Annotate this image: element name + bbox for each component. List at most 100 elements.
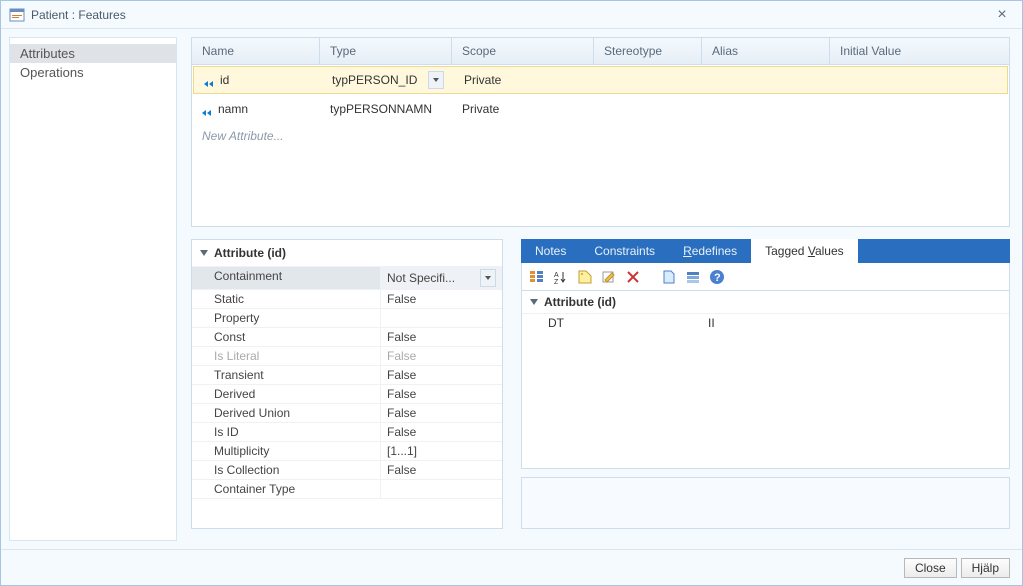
prop-val[interactable]: False [380,290,502,308]
prop-val[interactable]: [1...1] [380,442,502,460]
property-grid: Attribute (id) Containment Not Specifi..… [191,239,503,529]
attribute-icon [202,105,214,113]
cell-stereotype[interactable] [596,76,704,84]
close-icon[interactable]: × [990,6,1014,24]
prop-row-multiplicity[interactable]: Multiplicity[1...1] [192,441,502,460]
col-name[interactable]: Name [192,38,320,64]
tag-structured-icon[interactable] [684,268,702,286]
prop-row-isliteral: Is LiteralFalse [192,346,502,365]
sidebar-item-operations[interactable]: Operations [10,63,176,82]
prop-row-property[interactable]: Property [192,308,502,327]
prop-val[interactable]: False [380,423,502,441]
sidebar-item-attributes[interactable]: Attributes [10,44,176,63]
col-alias[interactable]: Alias [702,38,830,64]
prop-row-const[interactable]: ConstFalse [192,327,502,346]
prop-key: Is ID [192,423,380,441]
grid-header: Name Type Scope Stereotype Alias Initial… [192,38,1009,65]
prop-val-text: Not Specifi... [387,271,455,285]
prop-row-transient[interactable]: TransientFalse [192,365,502,384]
tab-notes[interactable]: Notes [521,239,580,263]
close-button[interactable]: Close [904,558,957,578]
prop-spacer [192,498,502,528]
prop-val[interactable] [380,309,502,327]
svg-text:Z: Z [554,279,559,285]
tab-tagged-values[interactable]: Tagged Values [751,239,858,263]
prop-row-containertype[interactable]: Container Type [192,479,502,498]
prop-row-derivedunion[interactable]: Derived UnionFalse [192,403,502,422]
tv-toolbar: AZ ? [521,263,1010,291]
sidebar-item-label: Attributes [20,46,75,61]
chevron-down-icon [485,276,491,280]
col-initial[interactable]: Initial Value [830,38,1009,64]
cell-name[interactable]: id [194,69,322,91]
prop-dropdown-button[interactable] [480,269,496,287]
prop-key: Is Collection [192,461,380,479]
prop-row-derived[interactable]: DerivedFalse [192,384,502,403]
titlebar: Patient : Features × [1,1,1022,29]
attributes-grid: Name Type Scope Stereotype Alias Initial… [191,37,1010,227]
sort-az-icon[interactable]: AZ [552,268,570,286]
prop-row-isid[interactable]: Is IDFalse [192,422,502,441]
propgrid-header[interactable]: Attribute (id) [192,240,502,266]
chevron-down-icon [433,78,439,82]
col-type[interactable]: Type [320,38,452,64]
prop-val[interactable]: False [380,328,502,346]
new-tag-icon[interactable] [576,268,594,286]
categorized-icon[interactable] [528,268,546,286]
grid-row[interactable]: id typPERSON_ID Private [193,66,1008,94]
cell-type[interactable]: typPERSONNAMN [320,98,452,120]
prop-val: False [380,347,502,365]
tv-description-box [521,477,1010,529]
prop-val[interactable]: False [380,461,502,479]
prop-val[interactable] [380,480,502,498]
svg-text:?: ? [714,272,721,284]
prop-key: Derived Union [192,404,380,422]
prop-key: Transient [192,366,380,384]
tv-row[interactable]: DT II [522,314,1009,332]
prop-val[interactable]: Not Specifi... [380,267,502,289]
grid-row[interactable]: namn typPERSONNAMN Private [192,95,1009,123]
cell-scope[interactable]: Private [452,98,594,120]
prop-key: Property [192,309,380,327]
help-icon[interactable]: ? [708,268,726,286]
cell-initial[interactable] [832,76,1007,84]
help-button[interactable]: Hjälp [961,558,1010,578]
type-dropdown-button[interactable] [428,71,444,89]
delete-tag-icon[interactable] [624,268,642,286]
tag-note-icon[interactable] [660,268,678,286]
tv-val: II [708,314,715,332]
cell-alias[interactable] [702,105,830,113]
sidebar: Attributes Operations [9,37,177,541]
prop-val[interactable]: False [380,385,502,403]
prop-key: Containment [192,267,380,289]
cell-initial[interactable] [830,105,1009,113]
prop-key: Multiplicity [192,442,380,460]
prop-key: Const [192,328,380,346]
tagged-values-body: Attribute (id) DT II [521,291,1010,469]
prop-key: Static [192,290,380,308]
cell-alias[interactable] [704,76,832,84]
sidebar-item-label: Operations [20,65,84,80]
cell-type[interactable]: typPERSON_ID [322,67,454,93]
prop-val[interactable]: False [380,404,502,422]
cell-name[interactable]: namn [192,98,320,120]
prop-row-containment[interactable]: Containment Not Specifi... [192,266,502,289]
col-scope[interactable]: Scope [452,38,594,64]
tv-group-header[interactable]: Attribute (id) [522,291,1009,314]
tab-constraints[interactable]: Constraints [580,239,669,263]
tabbar: Notes Constraints Redefines Tagged Value… [521,239,1010,263]
new-attribute-placeholder[interactable]: New Attribute... [192,123,1009,149]
prop-row-static[interactable]: StaticFalse [192,289,502,308]
edit-tag-icon[interactable] [600,268,618,286]
prop-key: Container Type [192,480,380,498]
tab-redefines[interactable]: Redefines [669,239,751,263]
prop-key: Derived [192,385,380,403]
cell-scope[interactable]: Private [454,69,596,91]
dialog-body: Attributes Operations Name Type Scope St… [1,29,1022,549]
prop-row-iscollection[interactable]: Is CollectionFalse [192,460,502,479]
col-stereotype[interactable]: Stereotype [594,38,702,64]
collapse-icon [530,299,538,305]
cell-stereotype[interactable] [594,105,702,113]
prop-val[interactable]: False [380,366,502,384]
cell-type-text: typPERSON_ID [332,73,417,87]
